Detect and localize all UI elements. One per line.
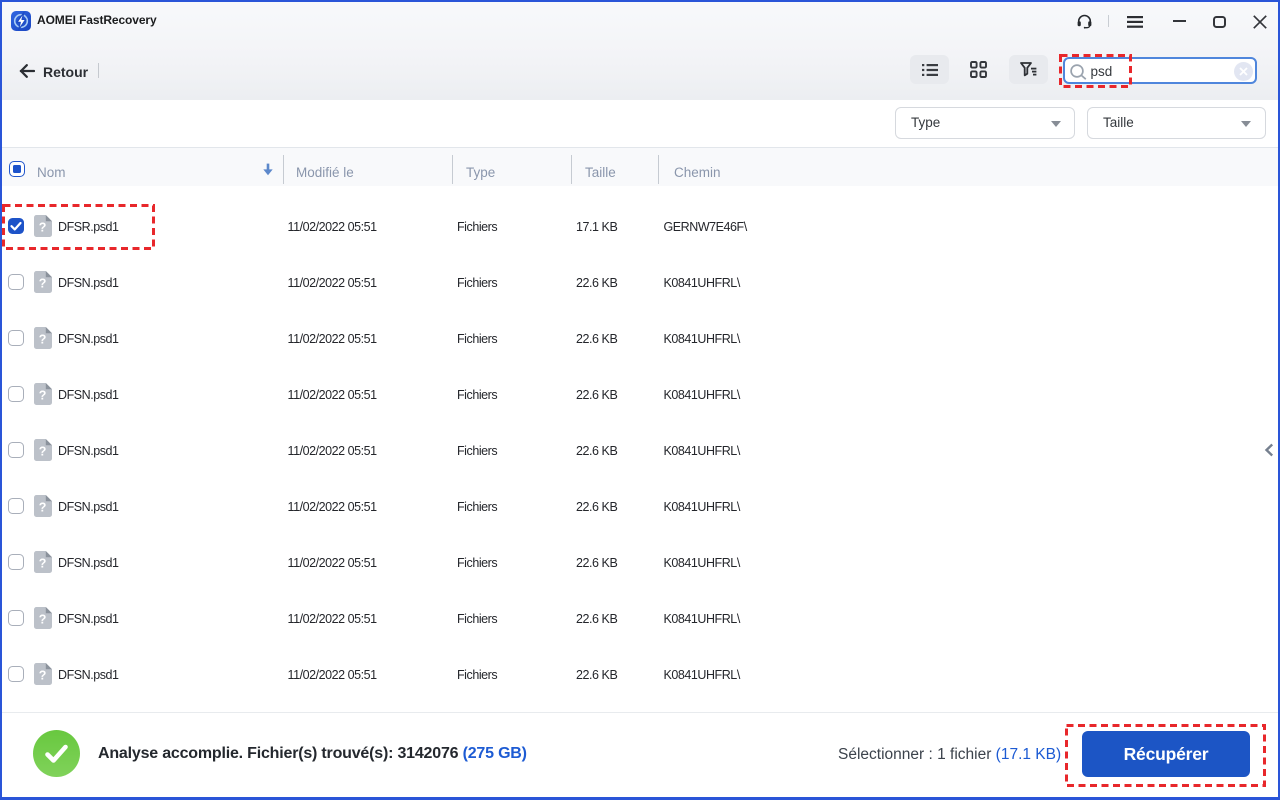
svg-text:?: ?	[39, 669, 47, 683]
svg-text:?: ?	[39, 277, 47, 291]
svg-text:?: ?	[39, 333, 47, 347]
svg-text:?: ?	[39, 445, 47, 459]
svg-text:?: ?	[39, 501, 47, 515]
svg-text:?: ?	[39, 613, 47, 627]
svg-text:?: ?	[39, 557, 47, 571]
svg-text:?: ?	[39, 389, 47, 403]
